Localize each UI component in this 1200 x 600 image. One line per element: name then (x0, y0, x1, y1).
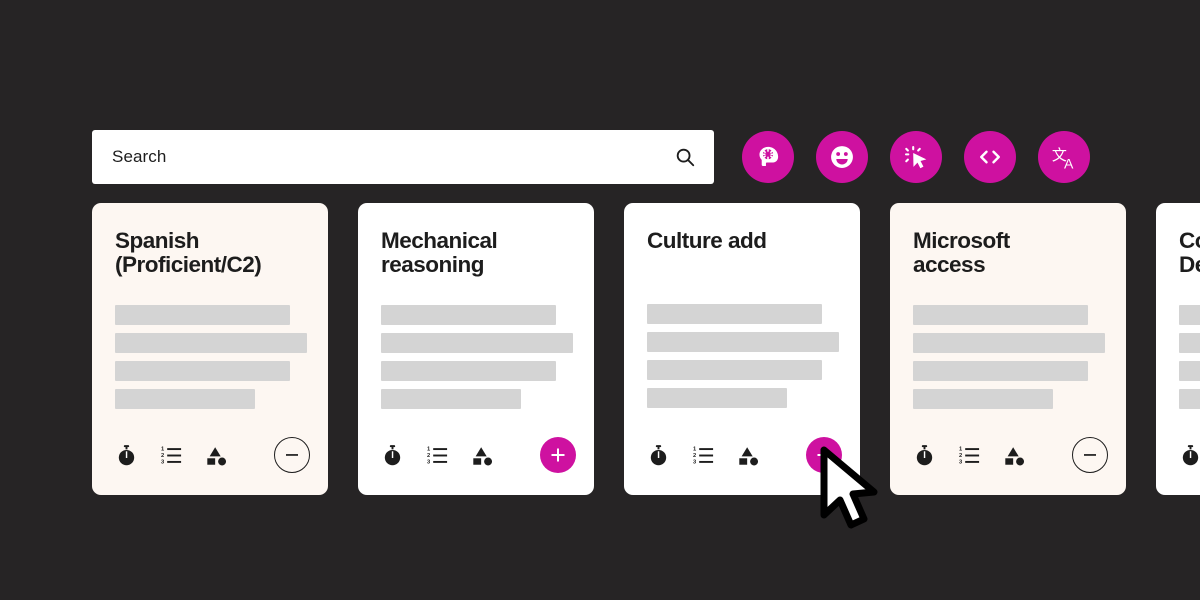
placeholder-bar (1179, 304, 1200, 325)
assessment-card-rail[interactable]: Spanish (Proficient/C2) 1 2 3 Mechanical… (92, 203, 1200, 495)
card-title: Culture add (647, 228, 767, 253)
filter-language-button[interactable]: 文 A (1038, 131, 1090, 183)
card-meta-icons (1179, 444, 1200, 467)
svg-text:2: 2 (161, 453, 164, 459)
placeholder-bar (913, 388, 1053, 409)
translate-icon: 文 A (1052, 146, 1074, 171)
placeholder-bar (381, 360, 556, 381)
search-icon[interactable] (674, 146, 696, 168)
filter-situational-judgement-button[interactable] (890, 131, 942, 183)
stopwatch-icon (916, 444, 933, 465)
svg-text:2: 2 (427, 453, 430, 459)
placeholder-bar (647, 360, 822, 380)
stopwatch-icon (650, 444, 667, 465)
numbered-list-icon: 1 2 3 (693, 446, 714, 465)
add-assessment-button[interactable] (540, 437, 576, 473)
card-title: Microsoft access (913, 228, 1010, 278)
search-input[interactable] (112, 147, 674, 167)
card-title: Co De (1179, 228, 1200, 278)
remove-assessment-button[interactable] (1072, 437, 1108, 473)
shapes-icon (207, 446, 227, 465)
numbered-list-icon: 1 2 3 (959, 446, 980, 465)
cursor-click-icon (904, 145, 927, 169)
placeholder-bar (1179, 388, 1200, 409)
card-meta-icons: 1 2 3 (913, 444, 1027, 467)
numbered-list-icon: 1 2 3 (161, 446, 182, 465)
placeholder-bar (381, 388, 521, 409)
placeholder-bar (115, 388, 255, 409)
card-meta-icons: 1 2 3 (647, 444, 761, 467)
card-footer: 1 2 3 (913, 437, 1108, 473)
card-meta-icons: 1 2 3 (115, 444, 229, 467)
filter-personality-button[interactable] (816, 131, 868, 183)
stopwatch-icon (118, 444, 135, 465)
filter-cognitive-ability-button[interactable] (742, 131, 794, 183)
numbered-list-icon: 1 2 3 (427, 446, 448, 465)
remove-assessment-button[interactable] (274, 437, 310, 473)
shapes-icon (739, 446, 759, 465)
placeholder-bar (115, 304, 290, 325)
card-footer: 1 2 3 (115, 437, 310, 473)
assessment-card[interactable]: Mechanical reasoning 1 2 3 (358, 203, 594, 495)
card-footer: 1 2 3 (381, 437, 576, 473)
smiley-face-icon (831, 146, 853, 168)
placeholder-bar (647, 304, 822, 324)
svg-text:3: 3 (693, 459, 696, 465)
card-description-placeholder (381, 304, 573, 417)
card-description-placeholder (913, 304, 1105, 417)
toolbar: 文 A (92, 130, 1090, 184)
card-title: Mechanical reasoning (381, 228, 498, 278)
card-title: Spanish (Proficient/C2) (115, 228, 262, 278)
stopwatch-icon (384, 444, 401, 465)
assessment-card[interactable]: Culture add 1 2 3 (624, 203, 860, 495)
svg-text:2: 2 (693, 453, 696, 459)
minus-icon (286, 454, 298, 456)
svg-text:1: 1 (161, 446, 165, 452)
search-box[interactable] (92, 130, 714, 184)
card-meta-icons: 1 2 3 (381, 444, 495, 467)
placeholder-bar (913, 332, 1105, 353)
svg-text:2: 2 (959, 453, 962, 459)
assessment-card[interactable]: Co De (1156, 203, 1200, 495)
add-assessment-button[interactable] (806, 437, 842, 473)
card-description-placeholder (1179, 304, 1200, 417)
card-footer: 1 2 3 (647, 437, 842, 473)
placeholder-bar (115, 332, 307, 353)
svg-text:3: 3 (427, 459, 430, 465)
shapes-icon (1005, 446, 1025, 465)
card-description-placeholder (647, 304, 839, 416)
svg-text:3: 3 (161, 459, 164, 465)
filter-programming-button[interactable] (964, 131, 1016, 183)
placeholder-bar (913, 360, 1088, 381)
placeholder-bar (381, 304, 556, 325)
svg-text:3: 3 (959, 459, 962, 465)
minus-icon (1084, 454, 1096, 456)
card-description-placeholder (115, 304, 307, 417)
plus-icon (551, 448, 565, 462)
shapes-icon (473, 446, 493, 465)
placeholder-bar (1179, 360, 1200, 381)
card-footer (1179, 437, 1200, 473)
placeholder-bar (1179, 332, 1200, 353)
placeholder-bar (913, 304, 1088, 325)
svg-text:1: 1 (959, 446, 963, 452)
assessment-card[interactable]: Spanish (Proficient/C2) 1 2 3 (92, 203, 328, 495)
code-brackets-icon (980, 150, 1000, 164)
assessment-card[interactable]: Microsoft access 1 2 3 (890, 203, 1126, 495)
stopwatch-icon (1182, 444, 1199, 465)
plus-icon (817, 448, 831, 462)
placeholder-bar (115, 360, 290, 381)
placeholder-bar (381, 332, 573, 353)
placeholder-bar (647, 332, 839, 352)
svg-text:A: A (1064, 155, 1074, 171)
svg-text:1: 1 (693, 446, 697, 452)
filter-button-group: 文 A (742, 131, 1090, 183)
head-gear-icon (759, 146, 779, 166)
placeholder-bar (647, 388, 787, 408)
svg-text:1: 1 (427, 446, 431, 452)
